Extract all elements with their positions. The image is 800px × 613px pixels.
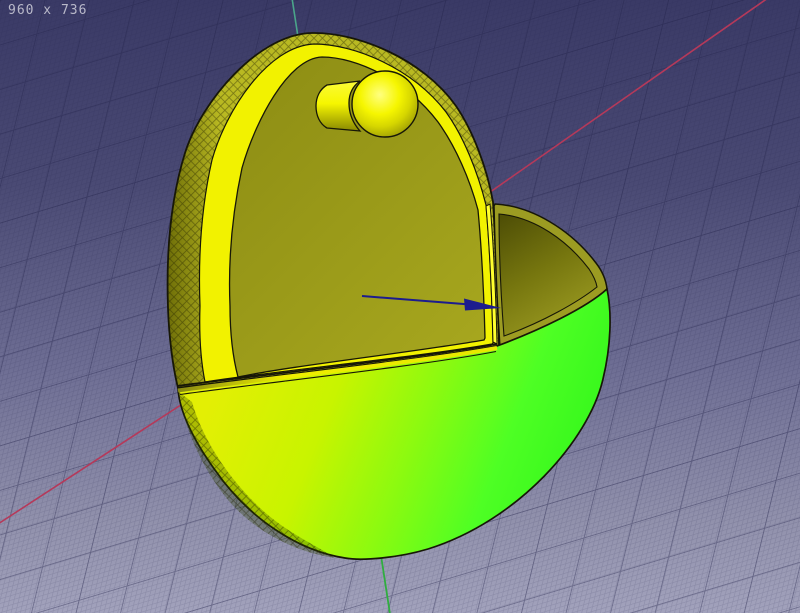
scene-canvas[interactable] [0,0,800,613]
viewport-size-label: 960 x 736 [8,3,88,18]
3d-viewport[interactable]: 960 x 736 [0,0,800,613]
knob-sphere[interactable] [351,70,419,138]
